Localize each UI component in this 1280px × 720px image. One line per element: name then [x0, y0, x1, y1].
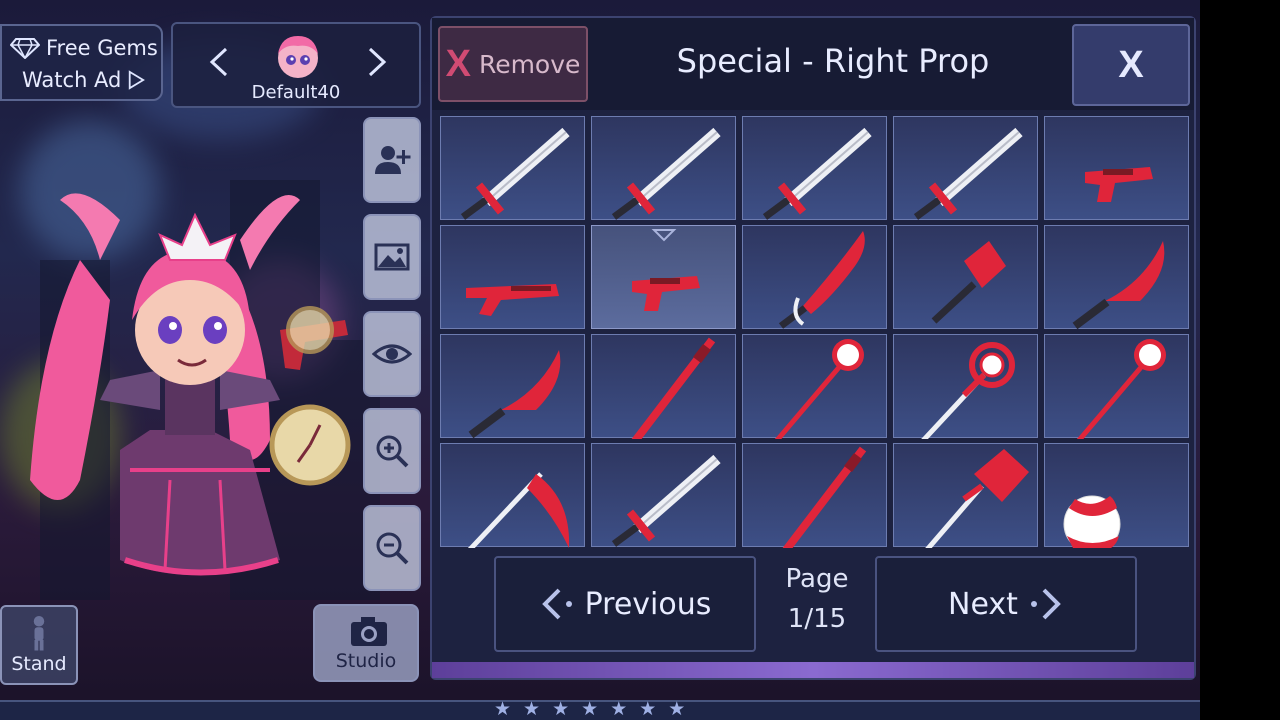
page-label: Page	[785, 564, 849, 594]
next-label: Next	[948, 586, 1018, 622]
stand-label: Stand	[11, 653, 67, 675]
item-cell-knife-red[interactable]	[1044, 225, 1189, 330]
panel-bottom-bar	[432, 662, 1194, 678]
next-profile-button[interactable]	[357, 42, 397, 82]
blade-icon	[778, 231, 865, 329]
eye-icon	[372, 344, 412, 364]
zoom-out-icon	[376, 532, 409, 565]
mannequin-icon	[33, 616, 45, 651]
sword-icon	[913, 127, 1023, 220]
item-cell-crescent-staff[interactable]	[1044, 334, 1189, 439]
remove-label: Remove	[478, 49, 581, 79]
chevron-right-icon	[1030, 588, 1061, 620]
staff-icon	[631, 337, 716, 439]
previous-page-button[interactable]: Previous	[494, 556, 756, 652]
free-gems-label: Free Gems	[46, 36, 158, 60]
item-cell-cleaver-red[interactable]	[893, 225, 1038, 329]
image-icon	[374, 243, 410, 271]
item-cell-sword-ornate-guard[interactable]	[591, 116, 736, 220]
item-cell-sword-red-guard[interactable]	[440, 116, 585, 220]
item-cell-machete-silver[interactable]	[591, 443, 736, 547]
item-cell-orb-staff[interactable]	[742, 334, 887, 439]
sword-icon	[611, 127, 721, 220]
scythe-icon	[467, 472, 570, 548]
shovel-icon	[925, 449, 1029, 548]
item-cell-scythe-red[interactable]	[440, 443, 585, 548]
star-icon: ★	[581, 698, 599, 720]
previous-label: Previous	[584, 586, 712, 622]
sword-icon	[611, 454, 721, 547]
star-rating: ★ ★ ★ ★ ★ ★ ★	[494, 698, 685, 720]
item-cell-curved-red-blade[interactable]	[742, 225, 887, 329]
knife-icon	[1072, 241, 1165, 330]
play-icon	[129, 70, 146, 90]
chevron-left-icon	[209, 47, 228, 77]
panel-title: Special - Right Prop	[676, 42, 990, 80]
page-number: 1/15	[787, 604, 847, 634]
orb-staff-icon	[1076, 339, 1166, 439]
studio-label: Studio	[335, 650, 397, 672]
star-icon: ★	[610, 698, 628, 720]
item-cell-dagger-red[interactable]	[440, 334, 585, 439]
previous-profile-button[interactable]	[199, 42, 239, 82]
letterbox-bar	[1200, 0, 1280, 720]
item-cell-red-pipe[interactable]	[742, 443, 887, 548]
camera-icon	[351, 617, 387, 646]
sword-icon	[762, 127, 872, 220]
panel-header: X Remove Special - Right Prop X	[432, 18, 1194, 110]
orb-staff-icon	[774, 339, 864, 439]
watch-ad-label: Watch Ad	[22, 68, 122, 92]
item-cell-sword-round-guard[interactable]	[742, 116, 887, 220]
item-cell-pistol-red[interactable]	[1044, 116, 1189, 220]
item-cell-shovel-red[interactable]	[893, 443, 1038, 548]
star-icon: ★	[639, 698, 657, 720]
item-cell-shotgun-red[interactable]	[440, 225, 585, 329]
avatar	[278, 36, 318, 78]
star-icon: ★	[668, 698, 686, 720]
close-button[interactable]: X	[1072, 24, 1190, 106]
chevron-left-icon	[541, 588, 572, 620]
sword-icon	[460, 127, 570, 220]
item-cell-ring-staff[interactable]	[893, 334, 1038, 439]
next-page-button[interactable]: Next	[875, 556, 1137, 652]
item-grid	[440, 116, 1190, 548]
staff-icon	[782, 446, 867, 548]
star-icon: ★	[552, 698, 570, 720]
background-button[interactable]	[363, 214, 421, 300]
cleaver-icon	[931, 241, 1006, 324]
character-preview[interactable]	[20, 180, 360, 590]
selected-indicator-icon	[651, 229, 677, 242]
free-gems-button[interactable]: Free Gems Watch Ad	[0, 24, 163, 101]
game-screen: Free Gems Watch Ad Default40 Stand Studi…	[0, 0, 1200, 720]
ball-icon	[1063, 495, 1121, 548]
item-cell-pistol-red-selected[interactable]	[591, 225, 736, 329]
remove-x-icon: X	[445, 42, 471, 85]
prop-selection-panel: X Remove Special - Right Prop X Previous…	[430, 16, 1196, 680]
gem-icon	[10, 38, 40, 59]
knife-icon	[468, 350, 561, 439]
star-icon: ★	[494, 698, 512, 720]
pistol-icon	[1085, 167, 1153, 202]
chevron-right-icon	[368, 47, 387, 77]
zoom-in-button[interactable]	[363, 408, 421, 494]
add-character-button[interactable]	[363, 117, 421, 203]
remove-button[interactable]: X Remove	[438, 26, 588, 102]
profile-switcher: Default40	[171, 22, 421, 108]
gun-icon	[466, 284, 559, 316]
item-cell-red-staff[interactable]	[591, 334, 736, 439]
studio-button[interactable]: Studio	[313, 604, 419, 682]
ring-staff-icon	[921, 342, 1015, 439]
zoom-in-icon	[376, 435, 409, 468]
item-cell-sword-long-guard[interactable]	[893, 116, 1038, 220]
toggle-visibility-button[interactable]	[363, 311, 421, 397]
add-user-icon	[375, 146, 411, 174]
zoom-out-button[interactable]	[363, 505, 421, 591]
star-icon: ★	[523, 698, 541, 720]
profile-name: Default40	[251, 82, 341, 103]
stand-button[interactable]: Stand	[0, 605, 78, 685]
item-cell-beach-ball[interactable]	[1044, 443, 1189, 548]
